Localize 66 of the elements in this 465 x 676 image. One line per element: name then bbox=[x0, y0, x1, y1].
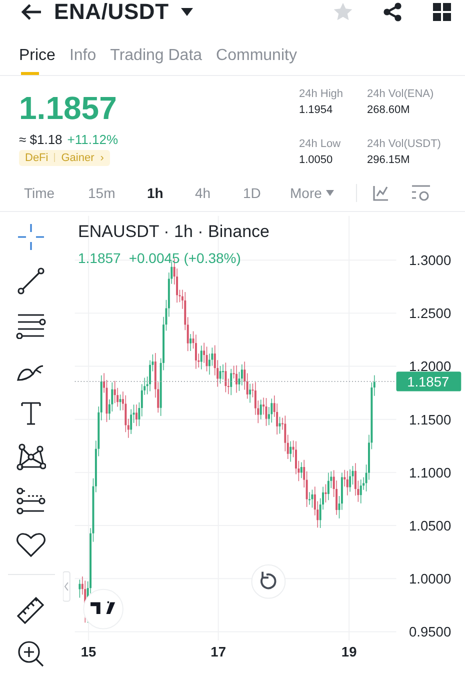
interval-tab[interactable]: Time bbox=[24, 185, 88, 202]
reset-button[interactable] bbox=[251, 564, 286, 599]
tab[interactable]: Trading Data bbox=[110, 46, 202, 75]
interval-tab[interactable]: 1h bbox=[147, 185, 195, 202]
price-axis-label: 1.2500 bbox=[408, 306, 452, 322]
stat-value: 296.15M bbox=[367, 154, 411, 166]
heart-icon bbox=[16, 532, 46, 558]
tab[interactable]: Price bbox=[19, 46, 56, 75]
stat-label: 24h High bbox=[299, 88, 344, 100]
share-button[interactable] bbox=[383, 2, 403, 22]
tradingview-logo[interactable] bbox=[83, 588, 124, 630]
chart-title: ENAUSDT · 1h · Binance bbox=[78, 222, 270, 242]
star-icon bbox=[333, 2, 353, 22]
stat-value: 1.0050 bbox=[299, 154, 334, 166]
trend-line-icon bbox=[17, 267, 46, 295]
settings-button[interactable] bbox=[410, 184, 431, 202]
time-axis-label: 17 bbox=[210, 644, 226, 660]
collapse-handle[interactable] bbox=[62, 571, 70, 602]
grid-menu-button[interactable] bbox=[433, 3, 451, 21]
settings-icon bbox=[410, 184, 431, 202]
last-price: 1.1857 bbox=[19, 90, 118, 126]
price-axis-label: 1.1500 bbox=[408, 412, 452, 428]
stat-label: 24h Vol(ENA) bbox=[367, 88, 435, 100]
pattern-icon bbox=[16, 443, 46, 471]
share-icon bbox=[383, 2, 403, 22]
stat-label: 24h Vol(USDT) bbox=[367, 138, 442, 150]
back-button[interactable] bbox=[20, 3, 42, 21]
back-arrow-icon bbox=[20, 3, 42, 21]
price-axis-label: 1.1000 bbox=[408, 465, 452, 480]
price-axis-label: 1.3000 bbox=[408, 253, 452, 268]
caret-icon[interactable] bbox=[180, 8, 193, 16]
tags-chip[interactable]: DeFi Gainer › bbox=[19, 150, 110, 166]
text-tool-icon bbox=[19, 399, 44, 427]
stat-label: 24h Low bbox=[299, 138, 342, 150]
price-axis-label: 0.9500 bbox=[408, 624, 452, 640]
price-axis-label: 1.0500 bbox=[408, 518, 452, 534]
chevron-label: › bbox=[100, 152, 104, 164]
tab[interactable]: Info bbox=[69, 46, 96, 75]
legend-price: 1.1857 bbox=[78, 250, 121, 266]
price-axis-label: 1.2000 bbox=[408, 359, 452, 374]
parallel-lines-icon bbox=[16, 311, 46, 339]
time-axis-label: 15 bbox=[80, 644, 96, 660]
tab[interactable]: Community bbox=[216, 46, 297, 75]
stat-value: 268.60M bbox=[367, 104, 411, 116]
tag-label: Gainer bbox=[61, 152, 94, 164]
pair-title[interactable]: ENA/USDT bbox=[54, 0, 169, 25]
zoom-in-icon bbox=[17, 640, 46, 668]
interval-tab[interactable]: 4h bbox=[195, 185, 243, 202]
crosshair-icon bbox=[17, 223, 46, 251]
usd-price: ≈ $1.18 bbox=[19, 132, 62, 147]
indicator-button[interactable] bbox=[372, 185, 389, 202]
fib-levels-icon bbox=[16, 487, 46, 515]
line-chart-icon bbox=[372, 185, 389, 202]
ruler-icon bbox=[16, 596, 46, 624]
interval-tab[interactable]: 1D bbox=[243, 185, 290, 202]
price-change: +11.12% bbox=[67, 132, 118, 147]
tag-label: DeFi bbox=[25, 152, 48, 164]
current-price-tag: 1.1857 bbox=[396, 372, 462, 392]
grid-icon bbox=[433, 3, 451, 21]
more-dropdown[interactable]: More bbox=[290, 185, 334, 202]
stat-value: 1.1954 bbox=[299, 104, 334, 116]
interval-tab[interactable]: 15m bbox=[88, 185, 147, 202]
legend-change: +0.0045 (+0.38%) bbox=[128, 250, 241, 266]
caret-icon bbox=[326, 190, 334, 196]
price-axis-label: 1.0000 bbox=[408, 572, 452, 587]
time-axis-label: 19 bbox=[341, 644, 357, 660]
